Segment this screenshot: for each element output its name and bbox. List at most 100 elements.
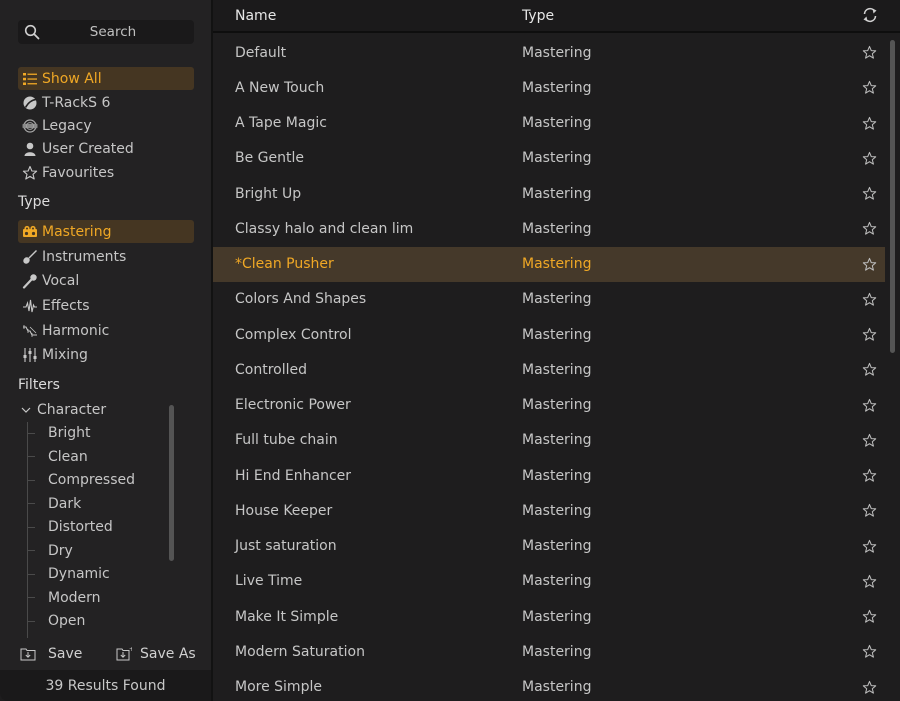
table-row[interactable]: Electronic Power Mastering [213, 388, 885, 423]
nav-item-legacy[interactable]: Legacy [18, 114, 194, 137]
table-row[interactable]: A Tape Magic Mastering [213, 106, 885, 141]
preset-type: Mastering [522, 397, 592, 414]
preset-name: Electronic Power [235, 397, 351, 414]
filter-option[interactable]: Clean [27, 446, 88, 468]
nav-item-favourites[interactable]: Favourites [18, 161, 194, 184]
type-item-mastering[interactable]: Mastering [18, 220, 194, 243]
table-row[interactable]: More Simple Mastering [213, 670, 885, 701]
column-header-name[interactable]: Name [235, 8, 276, 24]
type-item-instruments[interactable]: Instruments [18, 245, 194, 268]
harmonic-icon [22, 323, 38, 339]
preset-list: Name Type Default Mastering A New Touch … [213, 0, 900, 701]
type-item-mixing[interactable]: Mixing [18, 343, 194, 366]
filter-option[interactable]: Open [27, 610, 85, 632]
table-row[interactable]: Default Mastering [213, 35, 885, 70]
nav-item-t-racks-6[interactable]: T-RackS 6 [18, 91, 194, 114]
preset-name: Colors And Shapes [235, 291, 367, 308]
preset-name: Live Time [235, 573, 303, 590]
preset-name: Just saturation [235, 538, 337, 555]
filters-scrollbar[interactable] [169, 405, 174, 561]
filter-group-character[interactable]: Character [20, 402, 106, 418]
favourite-star-icon[interactable] [862, 292, 877, 307]
save-as-button[interactable]: + Save As [116, 646, 196, 662]
favourite-star-icon[interactable] [862, 327, 877, 342]
favourite-star-icon[interactable] [862, 539, 877, 554]
nav-item-show-all[interactable]: Show All [18, 67, 194, 90]
preset-type: Mastering [522, 150, 592, 167]
filter-option[interactable]: Bright [27, 422, 91, 444]
favourite-star-icon[interactable] [862, 398, 877, 413]
preset-name: More Simple [235, 679, 322, 696]
type-item-effects[interactable]: Effects [18, 294, 194, 317]
type-item-label: Mixing [42, 346, 88, 363]
table-row[interactable]: Hi End Enhancer Mastering [213, 458, 885, 493]
table-row[interactable]: Controlled Mastering [213, 352, 885, 387]
search-box[interactable] [18, 20, 194, 44]
table-row[interactable]: Colors And Shapes Mastering [213, 282, 885, 317]
preset-type: Mastering [522, 291, 592, 308]
preset-name: Controlled [235, 361, 307, 378]
column-header-type[interactable]: Type [522, 8, 554, 24]
table-row[interactable]: Bright Up Mastering [213, 176, 885, 211]
filter-option-label: Compressed [48, 472, 136, 488]
table-row[interactable]: Be Gentle Mastering [213, 141, 885, 176]
filter-option[interactable]: Distorted [27, 516, 113, 538]
table-row[interactable]: House Keeper Mastering [213, 493, 885, 528]
list-icon [22, 71, 38, 87]
table-row[interactable]: Modern Saturation Mastering [213, 634, 885, 669]
preset-type: Mastering [522, 220, 592, 237]
table-row[interactable]: Just saturation Mastering [213, 529, 885, 564]
favourite-star-icon[interactable] [862, 257, 877, 272]
favourite-star-icon[interactable] [862, 503, 877, 518]
filter-option[interactable]: Dark [27, 493, 81, 515]
favourite-star-icon[interactable] [862, 80, 877, 95]
favourite-star-icon[interactable] [862, 468, 877, 483]
type-item-harmonic[interactable]: Harmonic [18, 319, 194, 342]
favourite-star-icon[interactable] [862, 116, 877, 131]
star-icon [22, 165, 38, 181]
table-row[interactable]: Classy halo and clean lim Mastering [213, 211, 885, 246]
preset-name: Be Gentle [235, 150, 304, 167]
favourite-star-icon[interactable] [862, 433, 877, 448]
search-icon [24, 24, 40, 40]
filter-option[interactable]: Soft [27, 634, 76, 639]
favourite-star-icon[interactable] [862, 186, 877, 201]
favourite-star-icon[interactable] [862, 151, 877, 166]
table-row[interactable]: Full tube chain Mastering [213, 423, 885, 458]
favourite-star-icon[interactable] [862, 680, 877, 695]
table-row[interactable]: Complex Control Mastering [213, 317, 885, 352]
filter-option-label: Clean [48, 448, 88, 465]
favourite-star-icon[interactable] [862, 362, 877, 377]
search-input[interactable] [18, 24, 194, 40]
save-button[interactable]: Save [20, 646, 82, 662]
nav-item-user-created[interactable]: User Created [18, 137, 194, 160]
table-row[interactable]: *Clean Pusher Mastering [213, 246, 885, 282]
favourite-star-icon[interactable] [862, 45, 877, 60]
preset-type: Mastering [522, 361, 592, 378]
preset-name: Classy halo and clean lim [235, 220, 414, 237]
filter-option[interactable]: Compressed [27, 469, 135, 491]
filter-option[interactable]: Modern [27, 587, 101, 609]
filters-section-label: Filters [18, 377, 60, 393]
filter-option[interactable]: Dynamic [27, 563, 110, 585]
type-item-vocal[interactable]: Vocal [18, 269, 194, 292]
favourite-star-icon[interactable] [862, 644, 877, 659]
favourite-star-icon[interactable] [862, 609, 877, 624]
favourite-star-icon[interactable] [862, 574, 877, 589]
filter-option[interactable]: Dry [27, 540, 73, 562]
preset-type: Mastering [522, 679, 592, 696]
type-item-label: Mastering [42, 223, 112, 240]
preset-name: Complex Control [235, 326, 352, 343]
refresh-icon[interactable] [861, 6, 879, 24]
preset-type: Mastering [522, 608, 592, 625]
filter-option-label: Dry [48, 542, 73, 559]
table-row[interactable]: Make It Simple Mastering [213, 599, 885, 634]
type-item-label: Harmonic [42, 322, 110, 339]
table-row[interactable]: A New Touch Mastering [213, 70, 885, 105]
filter-option-label: Soft [48, 637, 76, 639]
preset-name: *Clean Pusher [235, 256, 334, 273]
table-row[interactable]: Live Time Mastering [213, 564, 885, 599]
list-scrollbar[interactable] [890, 40, 895, 353]
favourite-star-icon[interactable] [862, 221, 877, 236]
preset-type: Mastering [522, 573, 592, 590]
